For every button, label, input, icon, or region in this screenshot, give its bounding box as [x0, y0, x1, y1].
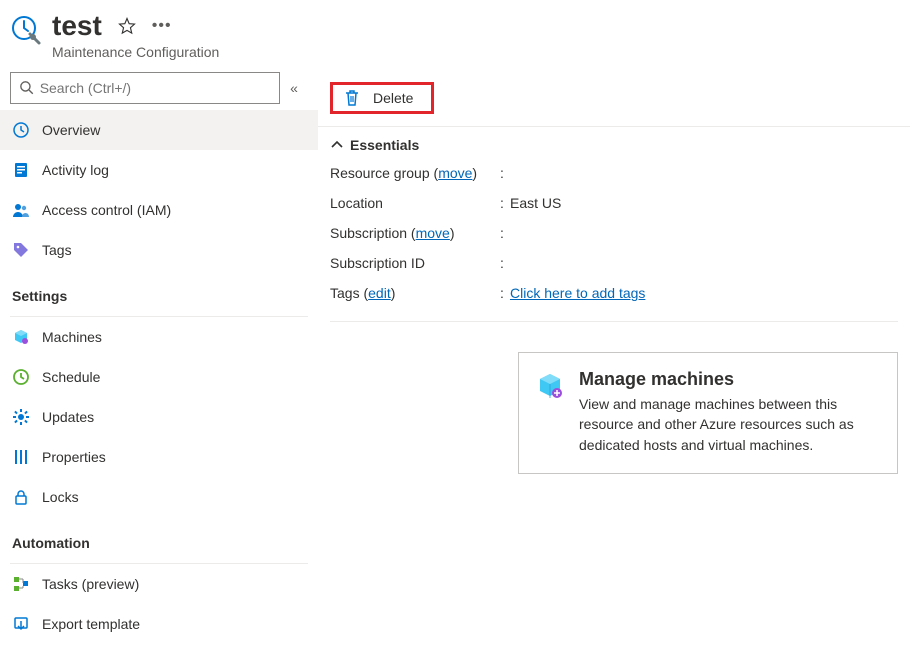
nav-properties[interactable]: Properties [0, 437, 318, 477]
trash-icon [343, 89, 361, 107]
nav-label: Tags [42, 242, 72, 258]
nav-label: Machines [42, 329, 102, 345]
nav-label: Export template [42, 616, 140, 632]
tag-icon [12, 241, 30, 259]
delete-label: Delete [373, 90, 413, 106]
schedule-icon [12, 368, 30, 386]
nav-label: Access control (IAM) [42, 202, 171, 218]
manage-machines-card[interactable]: Manage machines View and manage machines… [518, 352, 898, 474]
resource-group-move-link[interactable]: move [438, 165, 472, 181]
nav-label: Updates [42, 409, 94, 425]
log-icon [12, 161, 30, 179]
more-menu-icon[interactable]: ••• [152, 17, 172, 35]
properties-icon [12, 448, 30, 466]
card-title: Manage machines [579, 369, 879, 390]
nav-label: Schedule [42, 369, 100, 385]
page-title: test [52, 10, 102, 42]
gear-icon [12, 408, 30, 426]
lock-icon [12, 488, 30, 506]
people-icon [12, 201, 30, 219]
collapse-sidebar-icon[interactable]: « [280, 80, 308, 96]
chevron-up-icon [330, 138, 344, 152]
main-content: Delete Essentials Resource group (move) … [318, 72, 910, 672]
essentials-section: Essentials Resource group (move) : Locat… [318, 127, 910, 322]
ess-val-resource-group [510, 165, 898, 181]
card-body: View and manage machines between this re… [579, 394, 879, 455]
section-settings: Settings [0, 270, 318, 312]
nav-tags[interactable]: Tags [0, 230, 318, 270]
nav-label: Tasks (preview) [42, 576, 139, 592]
search-box[interactable] [10, 72, 280, 104]
nav-updates[interactable]: Updates [0, 397, 318, 437]
ess-key-tags: Tags (edit) [330, 285, 500, 301]
ess-key-location: Location [330, 195, 500, 211]
nav-export-template[interactable]: Export template [0, 604, 318, 644]
nav-label: Overview [42, 122, 100, 138]
tags-edit-link[interactable]: edit [368, 285, 391, 301]
ess-val-location: East US [510, 195, 898, 211]
nav-access-control[interactable]: Access control (IAM) [0, 190, 318, 230]
cube-icon [12, 328, 30, 346]
favorite-star-icon[interactable] [118, 17, 136, 35]
ess-key-resource-group: Resource group (move) [330, 165, 500, 181]
ess-val-subscription-id [510, 255, 898, 271]
section-automation: Automation [0, 517, 318, 559]
ess-val-subscription [510, 225, 898, 241]
page-subtitle: Maintenance Configuration [52, 44, 219, 60]
nav-label: Properties [42, 449, 106, 465]
nav-label: Locks [42, 489, 79, 505]
nav-tasks[interactable]: Tasks (preview) [0, 564, 318, 604]
nav-overview[interactable]: Overview [0, 110, 318, 150]
ess-key-subscription: Subscription (move) [330, 225, 500, 241]
ess-key-subscription-id: Subscription ID [330, 255, 500, 271]
nav-schedule[interactable]: Schedule [0, 357, 318, 397]
page-header: test ••• Maintenance Configuration [0, 0, 910, 72]
toolbar: Delete [318, 72, 910, 120]
add-tags-link[interactable]: Click here to add tags [510, 285, 645, 301]
search-input[interactable] [40, 80, 271, 96]
nav-activity-log[interactable]: Activity log [0, 150, 318, 190]
search-icon [19, 80, 34, 96]
nav-machines[interactable]: Machines [0, 317, 318, 357]
sidebar: « Overview Activity log Access control (… [0, 72, 318, 672]
nav-label: Activity log [42, 162, 109, 178]
essentials-header-label: Essentials [350, 137, 419, 153]
clock-wrench-icon [10, 14, 42, 46]
clock-icon [12, 121, 30, 139]
export-icon [12, 615, 30, 633]
delete-button[interactable]: Delete [330, 82, 434, 114]
subscription-move-link[interactable]: move [416, 225, 450, 241]
nav-locks[interactable]: Locks [0, 477, 318, 517]
tasks-icon [12, 575, 30, 593]
cube-plus-icon [535, 371, 565, 401]
essentials-toggle[interactable]: Essentials [330, 137, 898, 153]
